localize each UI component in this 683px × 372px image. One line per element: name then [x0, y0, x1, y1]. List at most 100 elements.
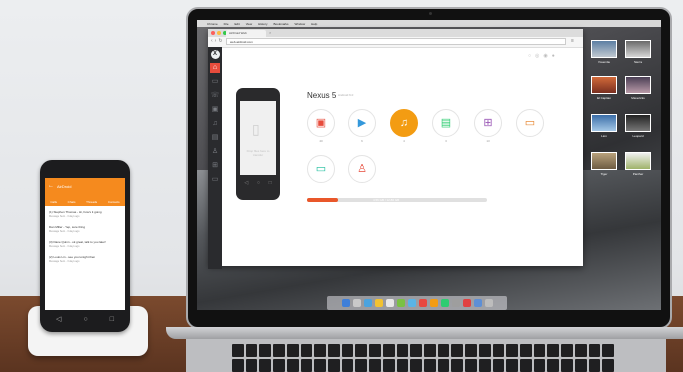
- call-log-icon[interactable]: ☏: [210, 91, 220, 101]
- desktop-image-icon[interactable]: [625, 114, 651, 132]
- phone-nav-bar: ◁ ○ □: [45, 312, 125, 326]
- desktop-image-icon[interactable]: [625, 152, 651, 170]
- messages-icon[interactable]: [396, 299, 405, 307]
- close-tab-icon[interactable]: ×: [269, 30, 271, 35]
- menu-item[interactable]: History: [258, 22, 267, 26]
- home-icon[interactable]: ⌂: [210, 63, 220, 73]
- contacts-sidebar-icon[interactable]: ♙: [210, 147, 220, 157]
- photos-tile[interactable]: ▣: [307, 109, 335, 137]
- menu-item[interactable]: View: [246, 22, 252, 26]
- desktop-label: Panther: [632, 172, 644, 176]
- keyboard: [232, 344, 614, 372]
- notification-icon[interactable]: ◎: [535, 53, 539, 59]
- keyboard-key: [355, 359, 368, 372]
- menu-item[interactable]: Help: [311, 22, 317, 26]
- phone-tab[interactable]: Calls: [50, 200, 57, 204]
- nav-recents-icon[interactable]: □: [110, 316, 114, 323]
- message-subtitle: Message Sent - 3 days ago: [49, 215, 80, 218]
- music-sidebar-icon[interactable]: ♫: [210, 119, 220, 129]
- videos-tile[interactable]: ▶: [348, 109, 376, 137]
- menu-item[interactable]: File: [224, 22, 229, 26]
- file-drop-icon: ▯: [252, 121, 260, 137]
- menu-item[interactable]: Bookmarks: [273, 22, 288, 26]
- launchpad-icon[interactable]: [352, 299, 361, 307]
- maps-icon[interactable]: [440, 299, 449, 307]
- message-item[interactable]: (2) Louis Lin - see you tonight then Mes…: [49, 255, 121, 267]
- keyboard-key: [341, 344, 354, 357]
- documents-tile[interactable]: ▤: [432, 109, 460, 137]
- chrome-icon[interactable]: [462, 299, 471, 307]
- documents-sidebar-icon[interactable]: ▤: [210, 133, 220, 143]
- device-preview-screen[interactable]: ▯ Drop files here to transfer: [240, 101, 276, 175]
- minimize-window-icon[interactable]: [217, 31, 221, 35]
- back-arrow-icon[interactable]: ←: [48, 183, 54, 189]
- desktop-label: Sierra: [633, 60, 642, 64]
- address-bar[interactable]: web.airdroid.com: [226, 38, 566, 45]
- settings-icon[interactable]: [451, 299, 460, 307]
- notes-icon[interactable]: [374, 299, 383, 307]
- keyboard-key: [328, 359, 340, 372]
- music-tile[interactable]: ♫: [390, 109, 418, 137]
- contact-icon: ♙: [357, 162, 367, 175]
- files-sidebar-icon[interactable]: ▭: [210, 175, 220, 185]
- mac-menu-bar: Chrome File Edit View History Bookmarks …: [197, 20, 661, 27]
- desktop-icons: Yosemite Sierra El Capitan Mavericks Lio…: [589, 32, 659, 212]
- close-window-icon[interactable]: [211, 31, 215, 35]
- keyboard-key: [588, 359, 601, 372]
- keyboard-key: [300, 359, 313, 372]
- menu-item[interactable]: Window: [295, 22, 306, 26]
- folder-icon: ▭: [524, 116, 536, 129]
- keyboard-key: [492, 344, 505, 357]
- desktop-image-icon[interactable]: [591, 76, 617, 94]
- menu-item[interactable]: Edit: [235, 22, 240, 26]
- trash-icon[interactable]: [484, 299, 493, 307]
- files-tile[interactable]: ▭: [516, 109, 544, 137]
- apps-tile[interactable]: ⊞: [474, 109, 502, 137]
- keyboard-key: [451, 359, 464, 372]
- messages-sidebar-icon[interactable]: ▭: [210, 77, 220, 87]
- browser-window: AirDroid Web × ‹›↻ web.airdroid.com ≡ X …: [208, 29, 583, 269]
- keyboard-key: [314, 344, 326, 357]
- message-item[interactable]: Dan Miller - Yep, sure thing Message Sen…: [49, 225, 121, 237]
- browser-menu-icon[interactable]: ≡: [571, 38, 574, 44]
- app-store-icon[interactable]: [473, 299, 482, 307]
- browser-tab[interactable]: AirDroid Web: [226, 30, 266, 37]
- safari-icon[interactable]: [363, 299, 372, 307]
- phone-tab[interactable]: Chats: [68, 200, 76, 204]
- photos-icon[interactable]: [418, 299, 427, 307]
- desktop-image-icon[interactable]: [591, 152, 617, 170]
- keyboard-key: [314, 359, 326, 372]
- airdroid-top-tools: ○ ◎ ◉ ●: [528, 53, 555, 59]
- keyboard-key: [547, 344, 560, 357]
- nav-home-icon[interactable]: ○: [83, 316, 87, 323]
- contacts-tile[interactable]: ♙: [348, 155, 376, 183]
- nav-back-icon[interactable]: ◁: [56, 315, 61, 323]
- message-title: (1) Stephen Thomas - Hi, how's it going: [49, 210, 102, 214]
- finder-icon[interactable]: [341, 299, 350, 307]
- user-icon[interactable]: ●: [552, 53, 555, 59]
- music-app-icon[interactable]: [429, 299, 438, 307]
- desktop-label: Tiger: [600, 172, 608, 176]
- desktop-image-icon[interactable]: [591, 40, 617, 58]
- video-icon: ▶: [357, 116, 367, 129]
- message-item[interactable]: (3) Dane Quinn - ok great, talk to you l…: [49, 240, 121, 252]
- photos-sidebar-icon[interactable]: ▣: [210, 105, 220, 115]
- desktop-image-icon[interactable]: [591, 114, 617, 132]
- mail-icon[interactable]: [407, 299, 416, 307]
- desktop-image-icon[interactable]: [625, 40, 651, 58]
- messages-tile[interactable]: ▭: [307, 155, 335, 183]
- phone-tab[interactable]: Contacts: [108, 200, 120, 204]
- search-icon[interactable]: ○: [528, 53, 531, 59]
- menu-item[interactable]: Chrome: [207, 22, 218, 26]
- keyboard-key: [286, 359, 299, 372]
- message-subtitle: Message Sent - 3 days ago: [49, 230, 80, 233]
- settings-icon[interactable]: ◉: [543, 53, 547, 59]
- apps-sidebar-icon[interactable]: ⊞: [210, 161, 220, 171]
- desktop-image-icon[interactable]: [625, 76, 651, 94]
- keyboard-key: [465, 359, 477, 372]
- calendar-icon[interactable]: [385, 299, 394, 307]
- message-item[interactable]: (1) Stephen Thomas - Hi, how's it going …: [49, 210, 121, 222]
- browser-nav-buttons-icon[interactable]: ‹›↻: [211, 38, 225, 44]
- phone-tab[interactable]: Threads: [86, 200, 97, 204]
- browser-tab-strip: AirDroid Web ×: [208, 29, 583, 37]
